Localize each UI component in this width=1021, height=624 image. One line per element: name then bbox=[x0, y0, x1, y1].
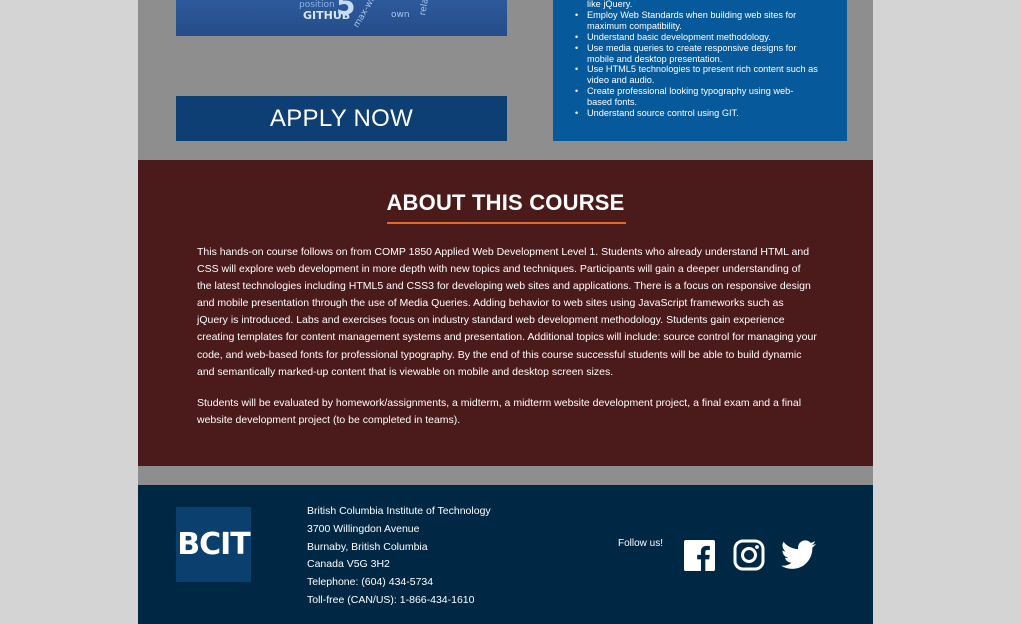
outcome-item-continued: like jQuery. bbox=[587, 0, 633, 9]
word-cloud-word: 5 bbox=[336, 0, 356, 21]
course-page: position GITHUB 5 max-wi own rela APPLY … bbox=[138, 0, 873, 624]
address-line: British Columbia Institute of Technology bbox=[307, 505, 491, 517]
about-paragraph: This hands-on course follows on from COM… bbox=[197, 246, 817, 378]
bcit-logo[interactable]: BCIT bbox=[176, 507, 251, 582]
apply-now-button[interactable]: APPLY NOW bbox=[176, 96, 507, 141]
address-line: Canada V5G 3H2 bbox=[307, 558, 390, 571]
word-cloud-word: rela bbox=[418, 0, 431, 17]
outcome-item: Understand source control using GIT. bbox=[573, 108, 835, 119]
outcome-item: Use HTML5 technologies to present rich c… bbox=[573, 64, 835, 75]
twitter-icon[interactable] bbox=[781, 539, 816, 571]
evaluation-paragraph: Students will be evaluated by homework/a… bbox=[197, 397, 802, 427]
outcome-item: Use media queries to create responsive d… bbox=[573, 43, 835, 54]
learning-outcomes-list: like jQuery.Employ Web Standards when bu… bbox=[573, 0, 835, 119]
site-footer: BCIT British Columbia Institute of Techn… bbox=[138, 485, 873, 624]
contact-address: British Columbia Institute of Technology… bbox=[307, 503, 491, 610]
about-title: ABOUT THIS COURSE bbox=[386, 190, 625, 215]
course-word-cloud-image: position GITHUB 5 max-wi own rela bbox=[176, 0, 507, 36]
about-section: ABOUT THIS COURSE This hands-on course f… bbox=[138, 160, 873, 466]
learning-outcomes-panel: like jQuery.Employ Web Standards when bu… bbox=[553, 0, 847, 141]
outcome-item-continued: based fonts. bbox=[587, 97, 638, 108]
toll-free-line: Toll-free (CAN/US): 1-866-434-1610 bbox=[307, 593, 475, 606]
word-cloud-word: own bbox=[391, 10, 410, 20]
title-underline bbox=[387, 222, 626, 224]
outcome-item-continued: video and audio. bbox=[587, 75, 655, 86]
facebook-icon[interactable] bbox=[684, 540, 715, 571]
telephone-line: Telephone: (604) 434-5734 bbox=[307, 576, 434, 589]
address-line: Burnaby, British Columbia bbox=[307, 540, 428, 553]
follow-us-label: Follow us! bbox=[618, 538, 664, 549]
word-cloud-word: max-wi bbox=[351, 0, 377, 30]
instagram-icon[interactable] bbox=[733, 539, 765, 571]
outcome-item-continued: maximum compatibility. bbox=[587, 20, 682, 31]
outcome-item: Understand basic development methodology… bbox=[573, 32, 835, 43]
address-line: 3700 Willingdon Avenue bbox=[307, 522, 420, 535]
outcome-item: Create professional looking typography u… bbox=[573, 86, 835, 97]
outcome-item-continued: mobile and desktop presentation. bbox=[587, 53, 723, 64]
outcome-item: Employ Web Standards when building web s… bbox=[573, 10, 835, 21]
